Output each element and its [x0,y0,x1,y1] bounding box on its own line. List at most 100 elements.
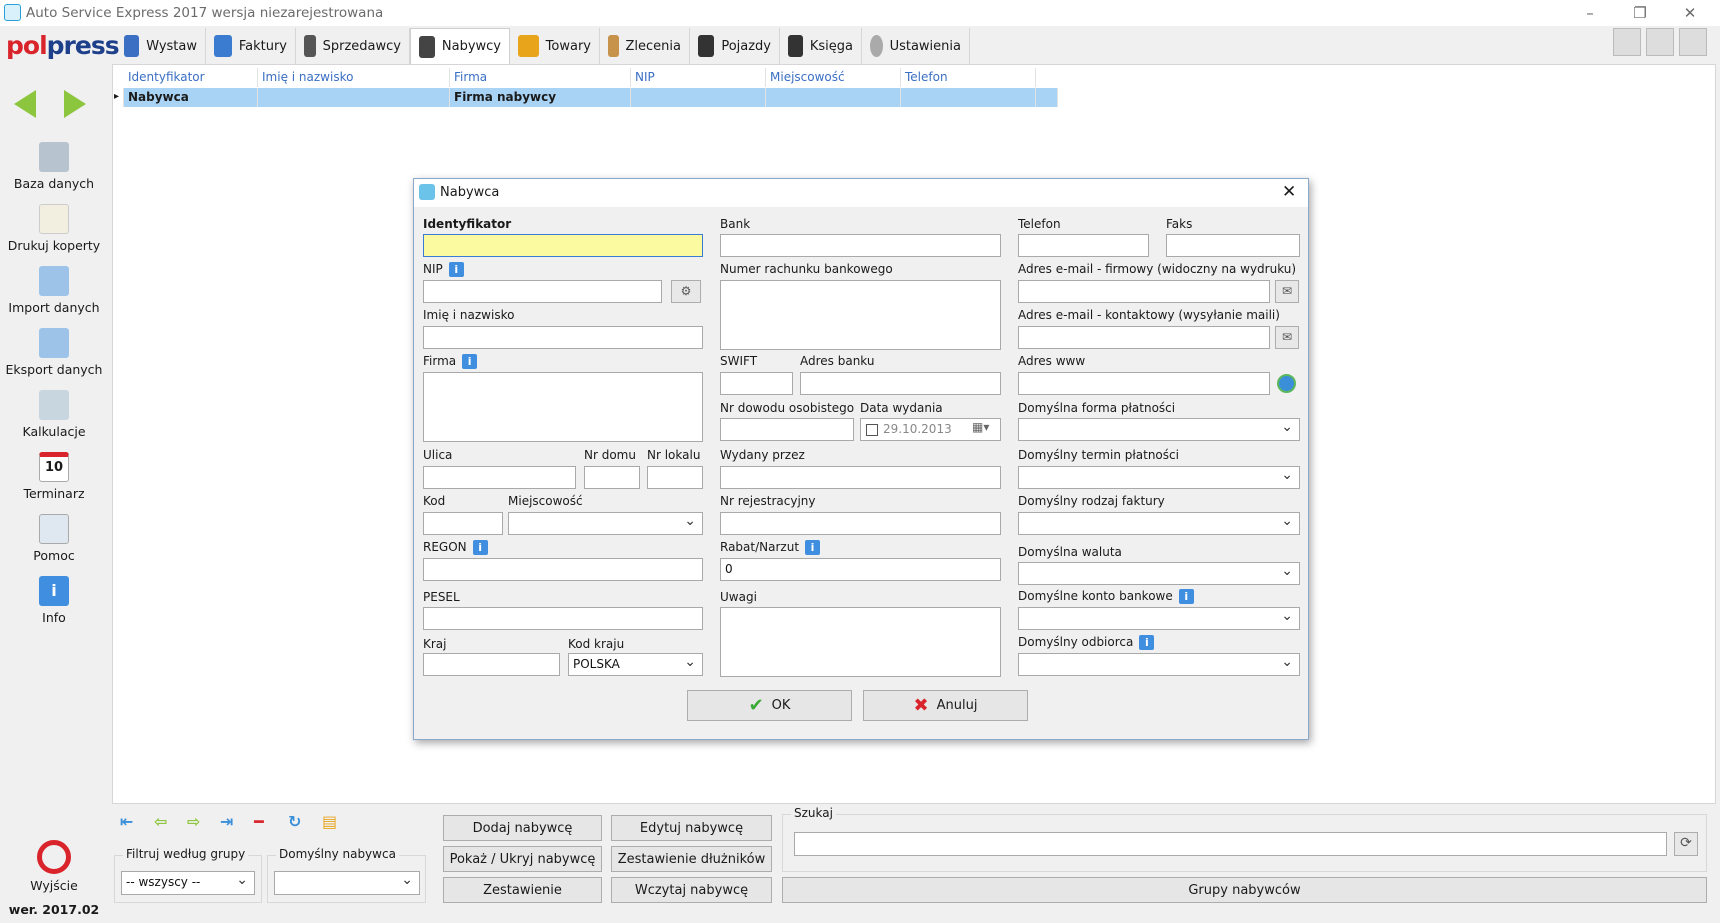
tab-wystaw[interactable]: Wystaw [116,28,206,64]
jpk-icon[interactable] [1613,28,1641,56]
column-header[interactable]: Identyfikator [124,68,258,87]
sidebar-item-pomoc[interactable]: Pomoc [0,514,108,563]
info-icon[interactable]: i [448,262,464,277]
miejscowosc-select[interactable] [508,512,703,535]
regon-input[interactable] [423,558,703,581]
tab-pojazdy[interactable]: Pojazdy [690,28,780,64]
nip-input[interactable] [423,280,662,303]
debtors-summary-button[interactable]: Zestawienie dłużników [611,846,772,872]
prev-record-icon[interactable]: ⇦ [154,812,167,831]
faks-input[interactable] [1166,234,1300,257]
termin-platnosci-select[interactable] [1018,466,1300,489]
column-header[interactable]: Telefon [901,68,1036,87]
info-icon[interactable]: i [462,354,478,369]
close-window-icon[interactable]: ✕ [1668,2,1712,24]
calendar-dropdown-icon[interactable]: ▦▾ [972,420,989,434]
odbiorca-select[interactable] [1018,653,1300,676]
gus-lookup-button[interactable]: ⚙ [671,280,701,303]
wydany-przez-input[interactable] [720,466,1001,489]
restore-icon[interactable]: ❐ [1618,2,1662,24]
load-buyer-button[interactable]: Wczytaj nabywcę [611,877,772,903]
kraj-input[interactable] [423,653,560,676]
telefon-input[interactable] [1018,234,1149,257]
bank-input[interactable] [720,234,1001,257]
cancel-button[interactable]: ✖ Anuluj [863,690,1028,721]
tab-towary[interactable]: Towary [510,28,600,64]
kod-kraju-select[interactable]: POLSKA [568,653,703,676]
last-record-icon[interactable]: ⇥ [220,812,233,831]
tab-ustawienia[interactable]: Ustawienia [862,28,970,64]
tab-sprzedawcy[interactable]: Sprzedawcy [296,28,410,64]
send-email-icon[interactable]: ✉ [1275,326,1299,349]
info-icon[interactable]: i [1139,635,1155,650]
send-email-icon[interactable]: ✉ [1275,280,1299,303]
date-checkbox[interactable] [866,424,878,436]
firma-textarea[interactable] [423,372,703,442]
globe-icon[interactable] [1277,374,1296,393]
konto-bankowe-select[interactable] [1018,607,1300,630]
pesel-input[interactable] [423,607,703,630]
buyer-groups-button[interactable]: Grupy nabywców [782,877,1707,903]
email-kontaktowy-input[interactable] [1018,326,1270,349]
sidebar-item-import-danych[interactable]: Import danych [0,266,108,315]
table-cell[interactable] [631,88,766,107]
refresh-icon[interactable]: ↻ [288,812,301,831]
add-buyer-button[interactable]: Dodaj nabywcę [443,815,602,841]
info-icon[interactable]: i [805,540,821,555]
column-header[interactable]: NIP [631,68,766,87]
minimize-icon[interactable]: – [1568,2,1612,24]
nr-dowodu-input[interactable] [720,418,854,441]
edit-buyer-button[interactable]: Edytuj nabywcę [611,815,772,841]
column-header[interactable]: Firma [450,68,631,87]
table-cell[interactable] [258,88,450,107]
info-icon[interactable]: i [1178,589,1194,604]
numer-rachunku-textarea[interactable] [720,280,1001,350]
tab-zlecenia[interactable]: Zlecenia [600,28,690,64]
globe-icon[interactable] [1679,28,1707,56]
filter-group-select[interactable]: -- wszyscy -- [121,871,255,895]
delete-record-icon[interactable]: ━ [254,812,264,831]
mail-icon[interactable] [1646,28,1674,56]
sidebar-item-kalkulacje[interactable]: Kalkulacje [0,390,108,439]
close-icon[interactable]: ✕ [1282,182,1296,202]
sidebar-item-baza-danych[interactable]: Baza danych [0,142,108,191]
rabat-input[interactable]: 0 [720,558,1001,581]
default-buyer-select[interactable] [274,871,420,895]
sidebar-item-drukuj-koperty[interactable]: Drukuj koperty [0,204,108,253]
back-arrow-icon[interactable] [14,90,36,118]
forward-arrow-icon[interactable] [64,90,86,118]
first-record-icon[interactable]: ⇤ [120,812,133,831]
forma-platnosci-select[interactable] [1018,418,1300,441]
sidebar-item-info[interactable]: i Info [0,576,108,625]
tab-ksiega[interactable]: Księga [780,28,862,64]
ulica-input[interactable] [423,466,576,489]
summary-button[interactable]: Zestawienie [443,877,602,903]
uwagi-textarea[interactable] [720,607,1001,677]
column-header[interactable]: Imię i nazwisko [258,68,450,87]
ok-button[interactable]: ✔ OK [687,690,852,721]
www-input[interactable] [1018,372,1270,395]
table-cell[interactable]: Nabywca [124,88,258,107]
table-cell[interactable] [901,88,1036,107]
show-hide-buyer-button[interactable]: Pokaż / Ukryj nabywcę [443,846,602,872]
tab-nabywcy[interactable]: Nabywcy [410,28,510,64]
waluta-select[interactable] [1018,562,1300,585]
imie-input[interactable] [423,326,703,349]
table-cell[interactable] [766,88,901,107]
next-record-icon[interactable]: ⇨ [187,812,200,831]
info-icon[interactable]: i [472,540,488,555]
tab-faktury[interactable]: Faktury [206,28,296,64]
sidebar-item-terminarz[interactable]: 10 Terminarz [0,452,108,501]
kod-input[interactable] [423,512,503,535]
search-input[interactable] [794,832,1667,856]
nr-lokalu-input[interactable] [647,466,703,489]
table-cell[interactable]: Firma nabywcy [450,88,631,107]
adres-banku-input[interactable] [800,372,1001,395]
sidebar-item-eksport-danych[interactable]: Eksport danych [0,328,108,377]
table-cell[interactable] [1036,88,1058,107]
swift-input[interactable] [720,372,793,395]
nr-rejestracyjny-input[interactable] [720,512,1001,535]
identyfikator-input[interactable] [423,234,703,257]
column-header[interactable]: Miejscowość [766,68,901,87]
notes-icon[interactable]: ▤ [322,812,337,831]
